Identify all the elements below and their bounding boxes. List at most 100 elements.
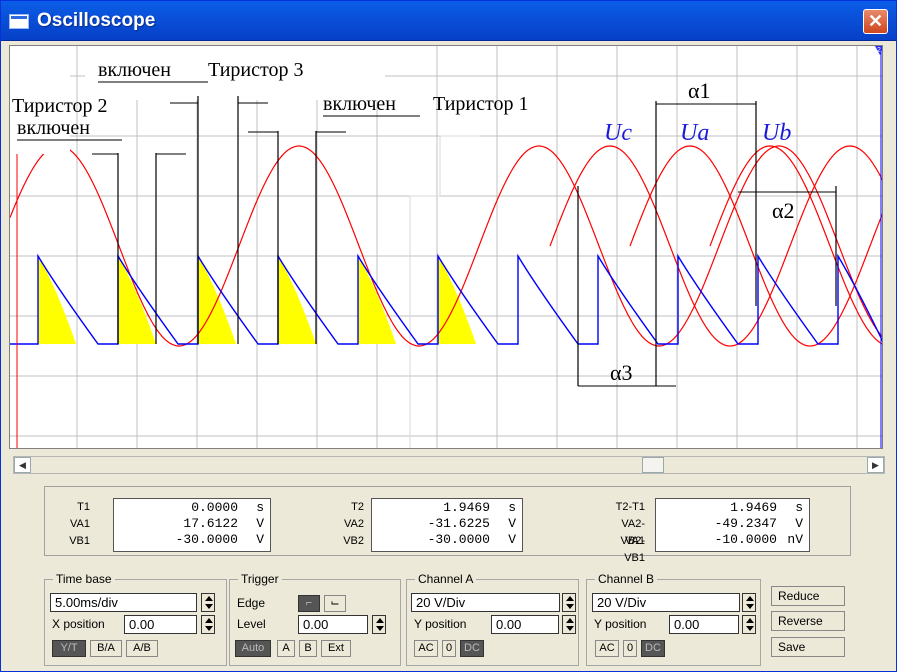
auto-button[interactable]: Auto bbox=[235, 640, 271, 657]
yt-button[interactable]: Y/T bbox=[52, 640, 86, 657]
readout-value: -30.0000 bbox=[175, 532, 238, 547]
readout-value: 1.9469 bbox=[730, 500, 777, 515]
readout-label: VB1 bbox=[69, 535, 90, 547]
channel-a-scale-spinner[interactable] bbox=[562, 593, 576, 612]
channel-b-scale-spinner[interactable] bbox=[742, 593, 756, 612]
ab-button[interactable]: A/B bbox=[126, 640, 158, 657]
thyristor-2-label: Тиристор 2 bbox=[12, 95, 107, 117]
trigger-group: Trigger Edge ⌐ ⌙ Level 0.00 Auto A B Ext bbox=[229, 572, 401, 666]
readout-value: -10.0000 bbox=[714, 532, 777, 547]
scroll-left-arrow-icon[interactable]: ◀ bbox=[14, 457, 31, 473]
level-field[interactable]: 0.00 bbox=[298, 615, 368, 634]
horizontal-scrollbar[interactable]: ◀ ▶ bbox=[13, 456, 885, 474]
save-button[interactable]: Save bbox=[771, 637, 845, 657]
channel-b-ypos-field[interactable]: 0.00 bbox=[669, 615, 739, 634]
channel-a-ypos-label: Y position bbox=[414, 617, 467, 631]
readout-unit: s bbox=[256, 500, 264, 515]
phase-uc-label: Uc bbox=[604, 120, 632, 146]
readout-unit: V bbox=[508, 516, 516, 531]
channel-a-scale-field[interactable]: 20 V/Div bbox=[411, 593, 560, 612]
channel-b-dc-button[interactable]: DC bbox=[641, 640, 665, 657]
readout-unit: nV bbox=[787, 532, 803, 547]
readout-label: T2-T1 bbox=[615, 501, 645, 513]
readout-label: VB2 bbox=[343, 535, 364, 547]
measurement-readout: T1 VA1 VB1 0.0000 s 17.6122 V -30.0000 V T2 VA2 VB2… bbox=[44, 486, 851, 564]
timebase-title: Time base bbox=[53, 572, 115, 586]
channel-b-title: Channel B bbox=[595, 572, 658, 586]
readout-label: VA2 bbox=[344, 518, 364, 530]
channel-a-zero-button[interactable]: 0 bbox=[442, 640, 456, 657]
reverse-button[interactable]: Reverse bbox=[771, 611, 845, 631]
timebase-spinner[interactable] bbox=[201, 593, 215, 612]
level-label: Level bbox=[237, 617, 266, 631]
readout-box-1: 0.0000 s 17.6122 V -30.0000 V bbox=[113, 498, 271, 552]
channel-b-group: Channel B 20 V/Div Y position 0.00 AC 0 … bbox=[586, 572, 761, 666]
readout-unit: s bbox=[795, 500, 803, 515]
waveform-display: 1 2 включенТиристор 3Тиристор 2включенвк… bbox=[10, 46, 882, 448]
xpos-field[interactable]: 0.00 bbox=[124, 615, 197, 634]
thyristor-3-prefix: включен bbox=[98, 59, 171, 81]
channel-a-ypos-spinner[interactable] bbox=[562, 615, 576, 634]
readout-unit: V bbox=[256, 516, 264, 531]
window-title: Oscilloscope bbox=[37, 10, 156, 31]
thyristor-2-sub: включен bbox=[17, 117, 90, 139]
xpos-label: X position bbox=[52, 617, 105, 631]
scroll-right-arrow-icon[interactable]: ▶ bbox=[867, 457, 884, 473]
oscilloscope-window: Oscilloscope ✕ 1 2 включенТиристор 3Тири… bbox=[0, 0, 897, 672]
ext-button[interactable]: Ext bbox=[321, 640, 351, 657]
ba-button[interactable]: B/A bbox=[90, 640, 122, 657]
cursor-t2-label: 2 bbox=[877, 47, 881, 54]
readout-label: VB2-VB1 bbox=[620, 535, 645, 564]
thyristor-1-label: Тиристор 1 bbox=[433, 93, 528, 115]
phase-ua-label: Ua bbox=[680, 120, 709, 146]
thyristor-1-prefix: включен bbox=[323, 93, 396, 115]
trigger-b-button[interactable]: B bbox=[299, 640, 317, 657]
xpos-spinner[interactable] bbox=[201, 615, 215, 634]
readout-label: T2 bbox=[351, 501, 364, 513]
conduction-fill bbox=[38, 256, 76, 344]
phase-ub-label: Ub bbox=[762, 120, 791, 146]
alpha-2-label: α2 bbox=[772, 198, 795, 223]
channel-b-ypos-label: Y position bbox=[594, 617, 647, 631]
channel-a-ypos-field[interactable]: 0.00 bbox=[491, 615, 559, 634]
falling-edge-icon[interactable]: ⌙ bbox=[324, 595, 346, 612]
title-bar[interactable]: Oscilloscope ✕ bbox=[1, 1, 896, 41]
readout-value: -49.2347 bbox=[714, 516, 777, 531]
readout-unit: V bbox=[256, 532, 264, 547]
oscilloscope-screen: 1 2 включенТиристор 3Тиристор 2включенвк… bbox=[9, 45, 883, 449]
readout-box-2: 1.9469 s -31.6225 V -30.0000 V bbox=[371, 498, 523, 552]
readout-unit: V bbox=[508, 532, 516, 547]
level-spinner[interactable] bbox=[372, 615, 386, 634]
channel-b-ac-button[interactable]: AC bbox=[595, 640, 619, 657]
alpha-1-label: α1 bbox=[688, 78, 711, 103]
readout-value: -30.0000 bbox=[427, 532, 490, 547]
timebase-field[interactable]: 5.00ms/div bbox=[50, 593, 197, 612]
channel-b-scale-field[interactable]: 20 V/Div bbox=[592, 593, 740, 612]
readout-value: 17.6122 bbox=[183, 516, 238, 531]
window-icon bbox=[9, 14, 29, 29]
channel-b-zero-button[interactable]: 0 bbox=[623, 640, 637, 657]
scroll-thumb[interactable] bbox=[642, 457, 664, 473]
conduction-fill bbox=[278, 256, 316, 344]
channel-b-ypos-spinner[interactable] bbox=[742, 615, 756, 634]
readout-label: VA1 bbox=[70, 518, 90, 530]
readout-value: 0.0000 bbox=[191, 500, 238, 515]
thyristor-3-label: Тиристор 3 bbox=[208, 59, 303, 81]
channel-a-title: Channel A bbox=[415, 572, 477, 586]
timebase-group: Time base 5.00ms/div X position 0.00 Y/T… bbox=[44, 572, 227, 666]
readout-value: -31.6225 bbox=[427, 516, 490, 531]
channel-a-dc-button[interactable]: DC bbox=[460, 640, 484, 657]
rising-edge-icon[interactable]: ⌐ bbox=[298, 595, 320, 612]
readout-box-3: 1.9469 s -49.2347 V -10.0000 nV bbox=[655, 498, 810, 552]
readout-unit: s bbox=[508, 500, 516, 515]
channel-a-group: Channel A 20 V/Div Y position 0.00 AC 0 … bbox=[406, 572, 579, 666]
readout-unit: V bbox=[795, 516, 803, 531]
readout-value: 1.9469 bbox=[443, 500, 490, 515]
trigger-title: Trigger bbox=[238, 572, 282, 586]
readout-label: T1 bbox=[77, 501, 90, 513]
channel-a-ac-button[interactable]: AC bbox=[414, 640, 438, 657]
trigger-a-button[interactable]: A bbox=[277, 640, 295, 657]
close-button[interactable]: ✕ bbox=[863, 9, 888, 34]
alpha-3-label: α3 bbox=[610, 360, 633, 385]
reduce-button[interactable]: Reduce bbox=[771, 586, 845, 606]
